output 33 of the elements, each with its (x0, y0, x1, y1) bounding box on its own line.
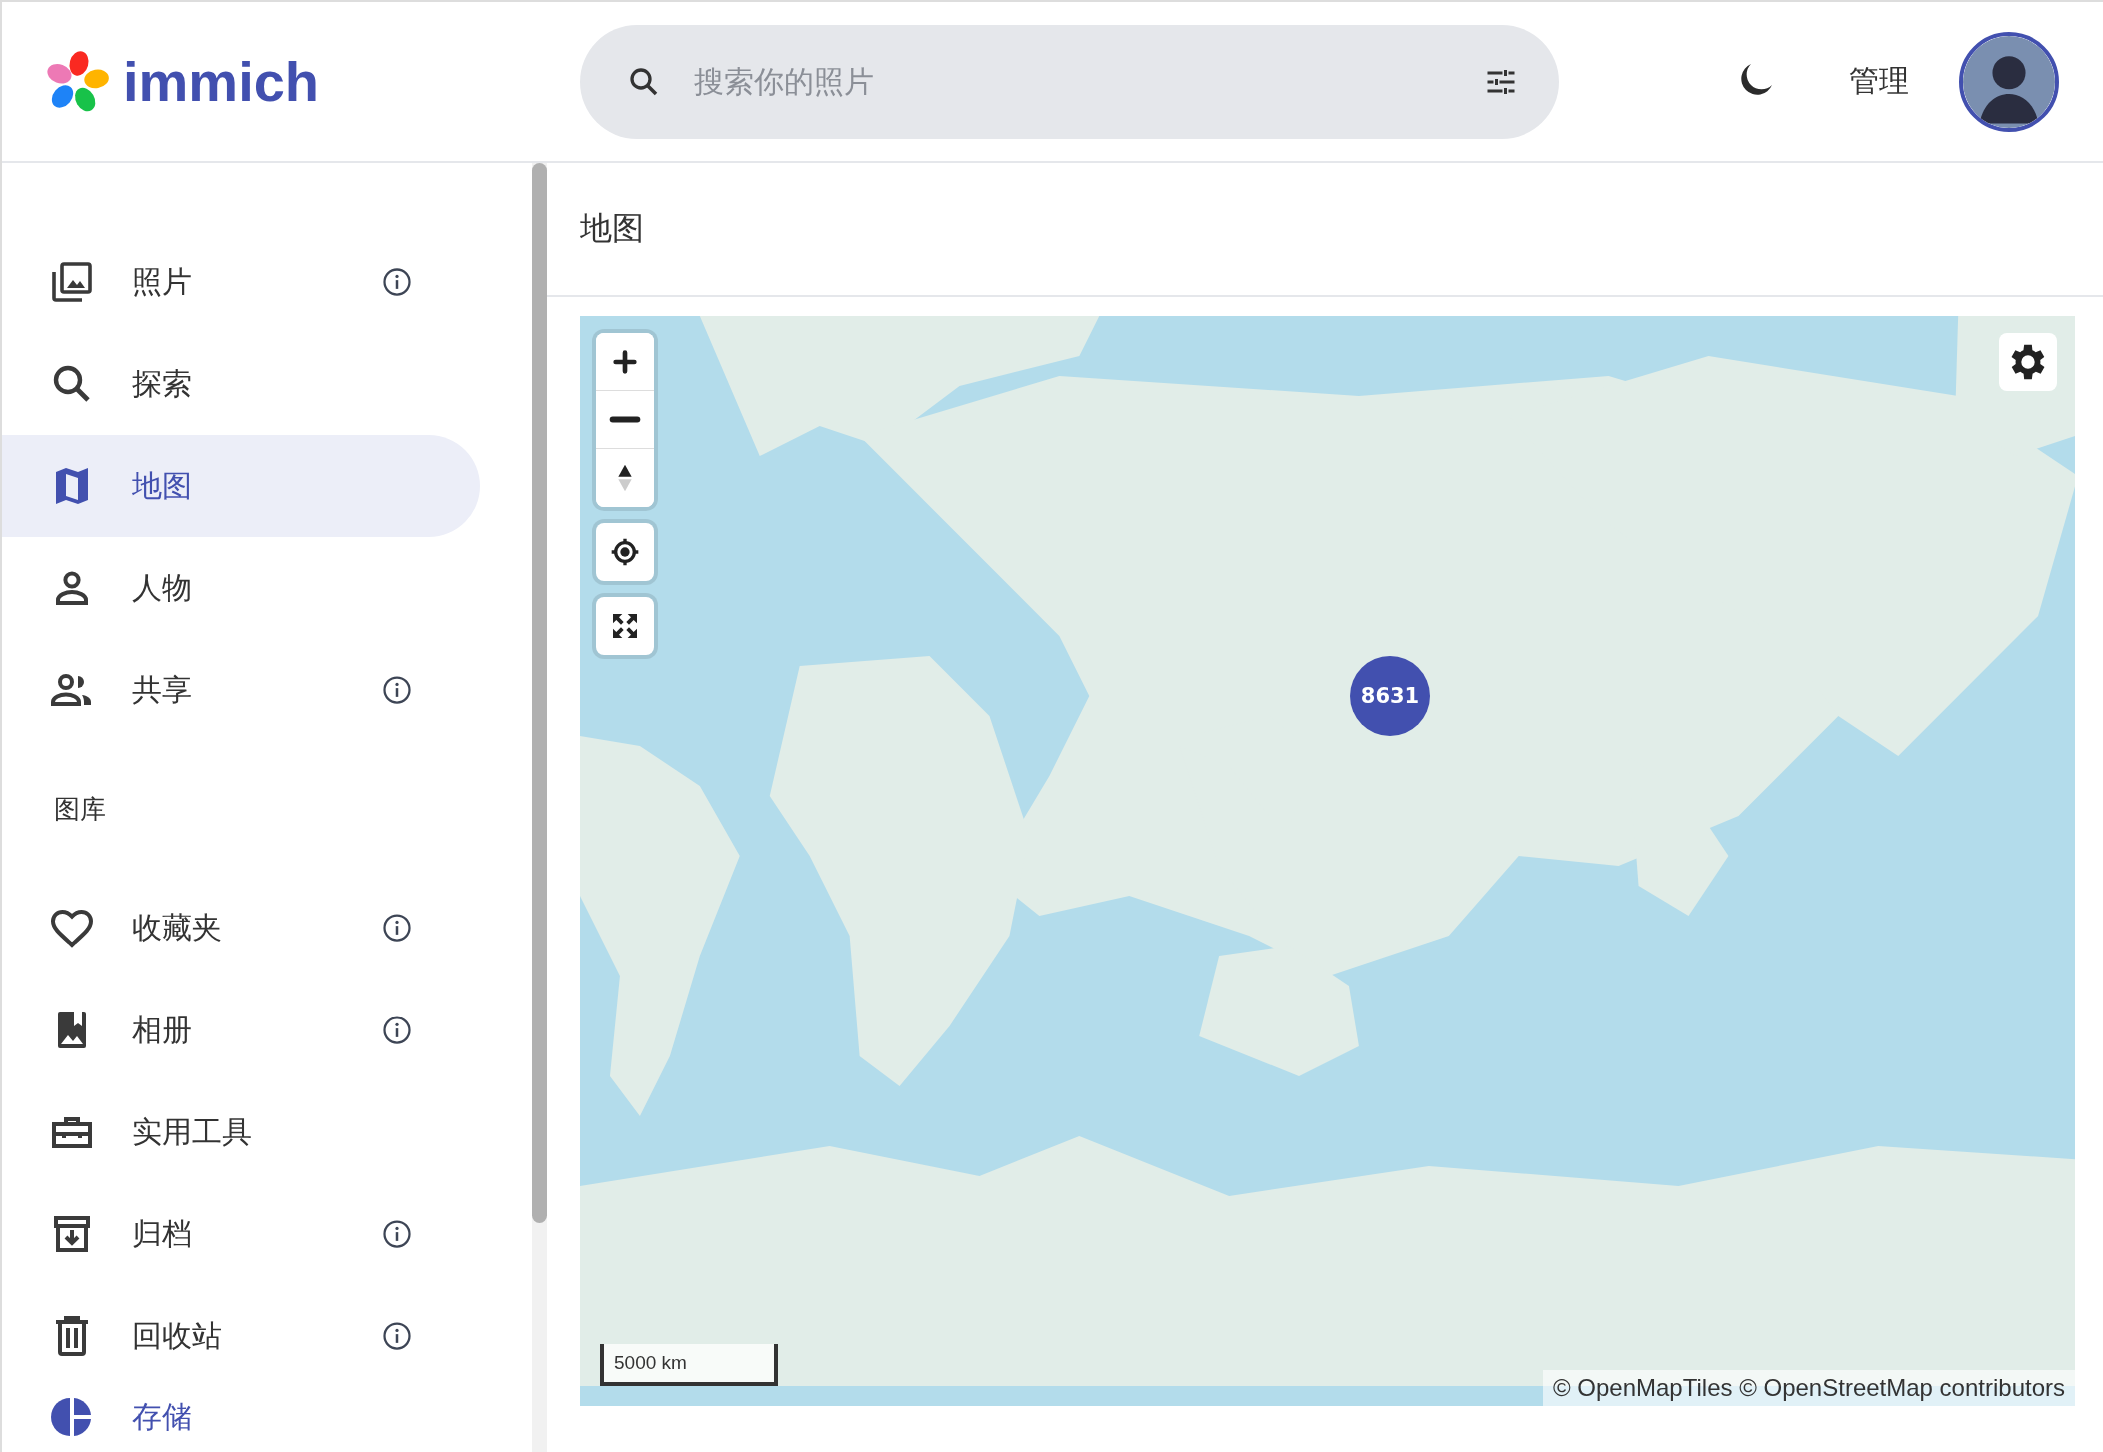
search-bar[interactable]: 搜索你的照片 (580, 24, 1559, 139)
nav-item[interactable]: 人物 (2, 537, 480, 639)
nav-item[interactable]: 共享 (2, 639, 480, 741)
info-icon[interactable] (382, 675, 412, 705)
nav-item[interactable]: 回收站 (2, 1285, 480, 1387)
nav-item[interactable]: 归档 (2, 1183, 480, 1285)
info-icon[interactable] (382, 267, 412, 297)
scale-bar: 5000 km (600, 1344, 778, 1386)
section-title: 图库 (53, 792, 107, 826)
minus-icon (609, 416, 641, 423)
settings-button[interactable] (1999, 333, 2057, 391)
nav-item[interactable]: 相册 (2, 979, 480, 1081)
avatar[interactable] (1959, 31, 2059, 132)
locate-icon (609, 536, 641, 568)
map-attribution: © OpenMapTiles © OpenStreetMap contributors (1542, 1370, 2075, 1406)
zoom-in-button[interactable] (596, 333, 654, 391)
nav-item[interactable]: 收藏夹 (2, 877, 480, 979)
search-input[interactable]: 搜索你的照片 (692, 63, 1483, 100)
scrollbar[interactable] (532, 163, 547, 1452)
nav-item[interactable]: 照片 (2, 231, 480, 333)
storage-label[interactable]: 存储 (132, 1396, 192, 1438)
nav-item[interactable]: 实用工具 (2, 1081, 480, 1183)
nav-item[interactable]: 探索 (2, 333, 480, 435)
info-icon[interactable] (382, 1219, 412, 1249)
locate-button[interactable] (596, 523, 654, 581)
fullscreen-button[interactable] (596, 597, 654, 655)
nav-item[interactable]: 地图 (2, 435, 480, 537)
info-icon[interactable] (382, 1321, 412, 1351)
app-name[interactable]: immich (123, 49, 320, 114)
admin-link[interactable]: 管理 (1849, 61, 1909, 102)
page-title: 地图 (580, 208, 644, 249)
info-icon[interactable] (382, 913, 412, 943)
info-icon[interactable] (382, 1015, 412, 1045)
